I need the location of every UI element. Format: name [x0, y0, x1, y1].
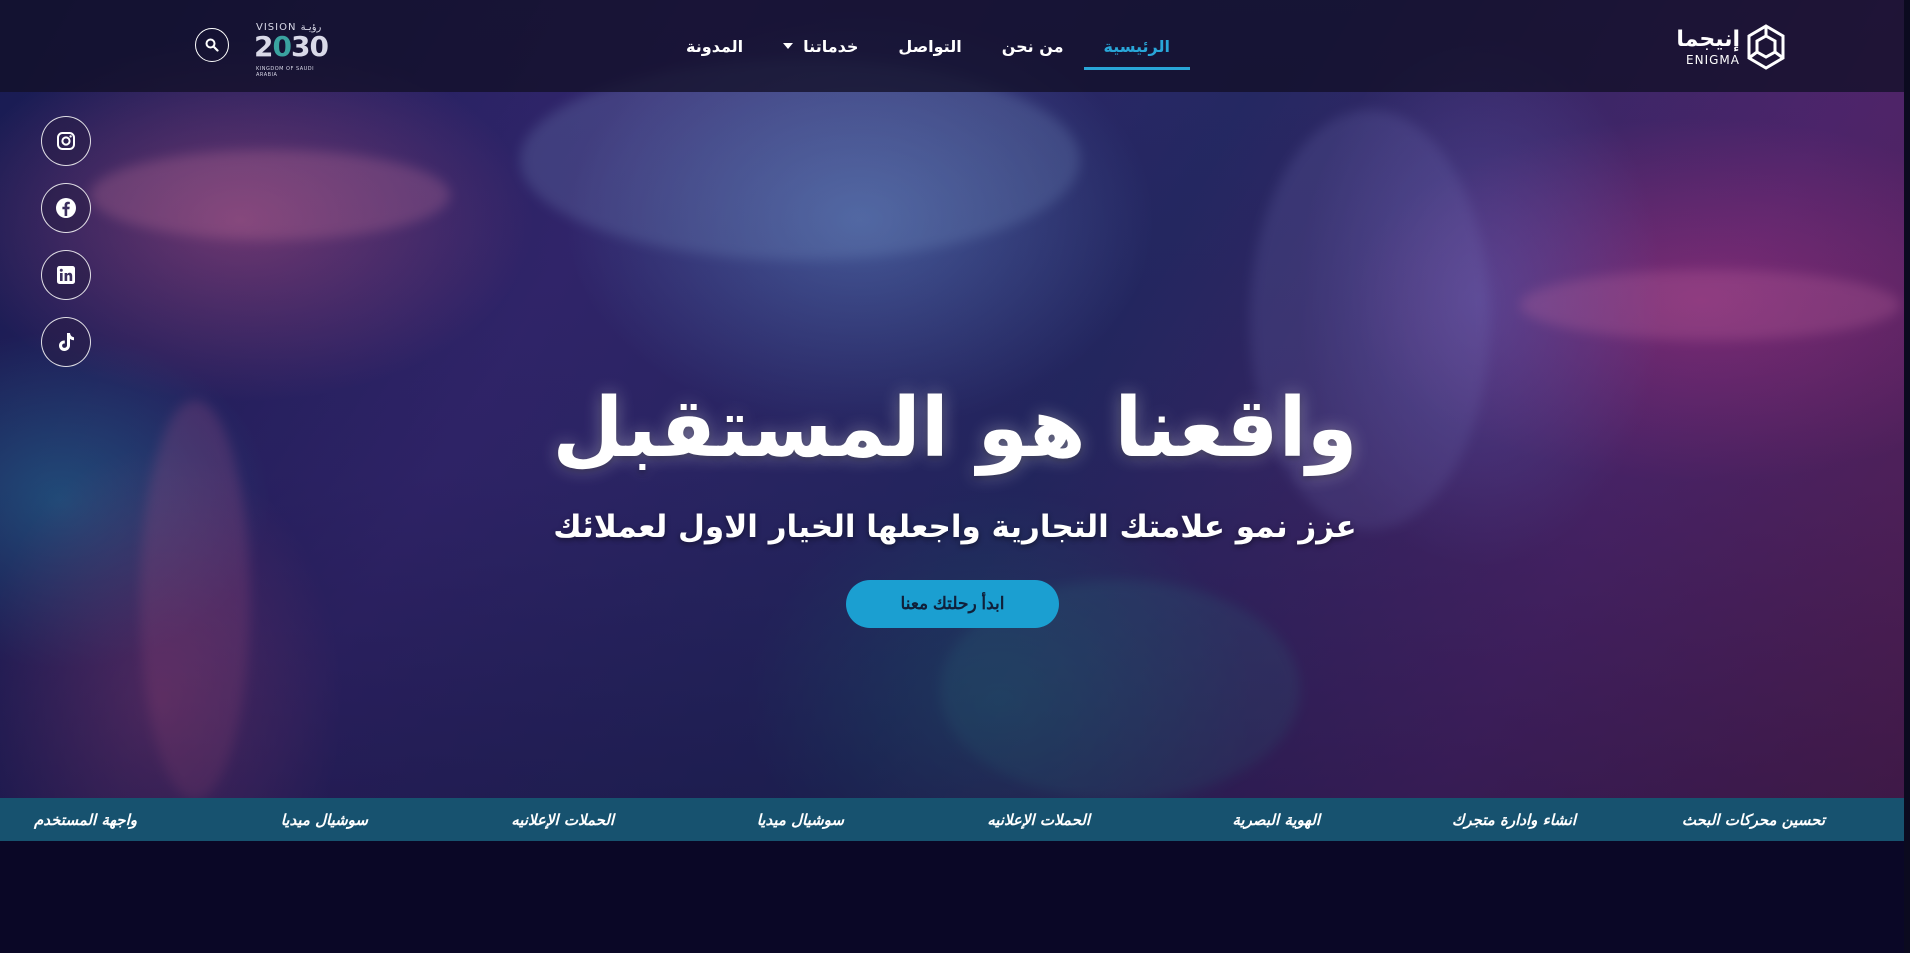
ticker-item: الهوية البصرية — [1232, 810, 1320, 829]
tiktok-icon — [59, 333, 74, 351]
ticker-item: الحملات الإعلانيه — [987, 810, 1090, 829]
chevron-down-icon — [783, 43, 794, 49]
ticker-item: سوشيال ميديا — [280, 810, 368, 829]
enigma-logo-icon — [1746, 24, 1786, 70]
nav-blog-label: المدونة — [686, 36, 744, 56]
nav-contact-label: التواصل — [898, 36, 962, 56]
page-scrollbar[interactable] — [1904, 0, 1910, 953]
nav-home[interactable]: الرئيسية — [1083, 0, 1191, 92]
search-button[interactable] — [195, 28, 229, 62]
main-nav: الرئيسية من نحن التواصل خدماتنا المدونة — [666, 0, 1190, 92]
social-links — [41, 116, 91, 367]
start-journey-button[interactable]: ابدأ رحلتك معنا — [846, 580, 1059, 628]
nav-home-label: الرئيسية — [1103, 36, 1171, 56]
nav-about-label: من نحن — [1001, 36, 1064, 56]
vision-country: KINGDOM OF SAUDI ARABIA — [256, 66, 315, 78]
search-icon — [205, 38, 219, 52]
linkedin-button[interactable] — [41, 250, 91, 300]
facebook-button[interactable] — [41, 183, 91, 233]
nav-about[interactable]: من نحن — [982, 0, 1084, 92]
facebook-icon — [56, 198, 76, 218]
nav-blog[interactable]: المدونة — [666, 0, 763, 92]
site-logo[interactable]: إنيجما ENIGMA — [1676, 22, 1786, 72]
ticker-item: تحسين محركات البحث — [1681, 810, 1825, 829]
linkedin-icon — [57, 266, 75, 284]
next-section — [0, 841, 1910, 953]
services-ticker: تحسين محركات البحث انشاء وادارة متجرك ال… — [0, 798, 1910, 841]
instagram-icon — [57, 132, 75, 150]
logo-english: ENIGMA — [1686, 52, 1740, 67]
nav-services-label: خدماتنا — [803, 36, 859, 56]
vision-2030-logo: VISION رؤيـة 2030 KINGDOM OF SAUDI ARABI… — [254, 20, 334, 78]
tiktok-button[interactable] — [41, 317, 91, 367]
site-header: إنيجما ENIGMA الرئيسية من نحن التواصل خد… — [0, 0, 1910, 92]
hero-title: واقعنا هو المستقبل — [552, 381, 1358, 476]
hero-subtitle: عزز نمو علامتك التجارية واجعلها الخيار ا… — [553, 509, 1357, 545]
vision-year: 2030 — [254, 30, 329, 63]
instagram-button[interactable] — [41, 116, 91, 166]
nav-contact[interactable]: التواصل — [878, 0, 981, 92]
logo-arabic: إنيجما — [1676, 26, 1740, 52]
ticker-item: سوشيال ميديا — [756, 810, 844, 829]
ticker-item: انشاء وادارة متجرك — [1451, 810, 1576, 829]
ticker-item: الحملات الإعلانيه — [511, 810, 614, 829]
ticker-item: واجهة المستخدم — [33, 810, 137, 829]
nav-services[interactable]: خدماتنا — [763, 0, 878, 92]
